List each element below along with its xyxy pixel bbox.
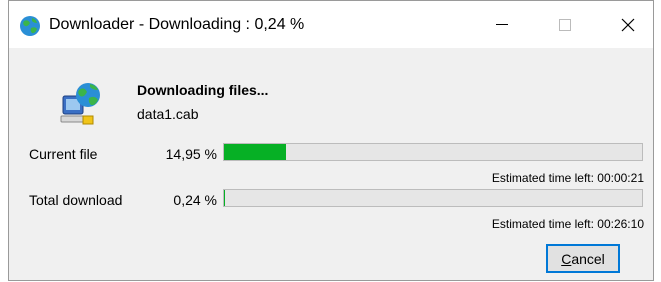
current-file-label: Current file: [29, 146, 98, 162]
title-bar[interactable]: Downloader - Downloading : 0,24 %: [9, 1, 653, 48]
downloader-window: Downloader - Downloading : 0,24 % Downlo…: [8, 0, 654, 281]
status-heading: Downloading files...: [137, 82, 269, 98]
current-file-progress-fill: [224, 144, 287, 160]
total-download-progress-bar: [223, 189, 643, 207]
close-button[interactable]: [605, 1, 651, 48]
current-file-percent: 14,95 %: [165, 146, 217, 162]
maximize-button[interactable]: [542, 1, 588, 48]
window-title: Downloader - Downloading : 0,24 %: [49, 16, 305, 33]
total-download-eta: Estimated time left: 00:26:10: [491, 217, 644, 231]
minimize-button[interactable]: [479, 1, 525, 48]
maximize-icon: [559, 18, 571, 31]
globe-network-icon: [20, 16, 40, 36]
total-download-progress-fill: [224, 190, 225, 206]
close-icon: [621, 18, 635, 31]
cancel-button[interactable]: Cancel: [546, 244, 620, 273]
dialog-body: Downloading files... data1.cab Current f…: [9, 48, 653, 280]
current-file-progress-bar: [223, 143, 643, 161]
network-computer-globe-icon: [60, 83, 100, 125]
cancel-label: ancel: [571, 250, 605, 267]
total-download-label: Total download: [29, 192, 123, 208]
cancel-accelerator: C: [561, 250, 572, 267]
minimize-icon: [496, 24, 508, 25]
current-file-eta: Estimated time left: 00:00:21: [491, 171, 644, 185]
total-download-percent: 0,24 %: [173, 192, 217, 208]
current-filename: data1.cab: [137, 106, 199, 122]
